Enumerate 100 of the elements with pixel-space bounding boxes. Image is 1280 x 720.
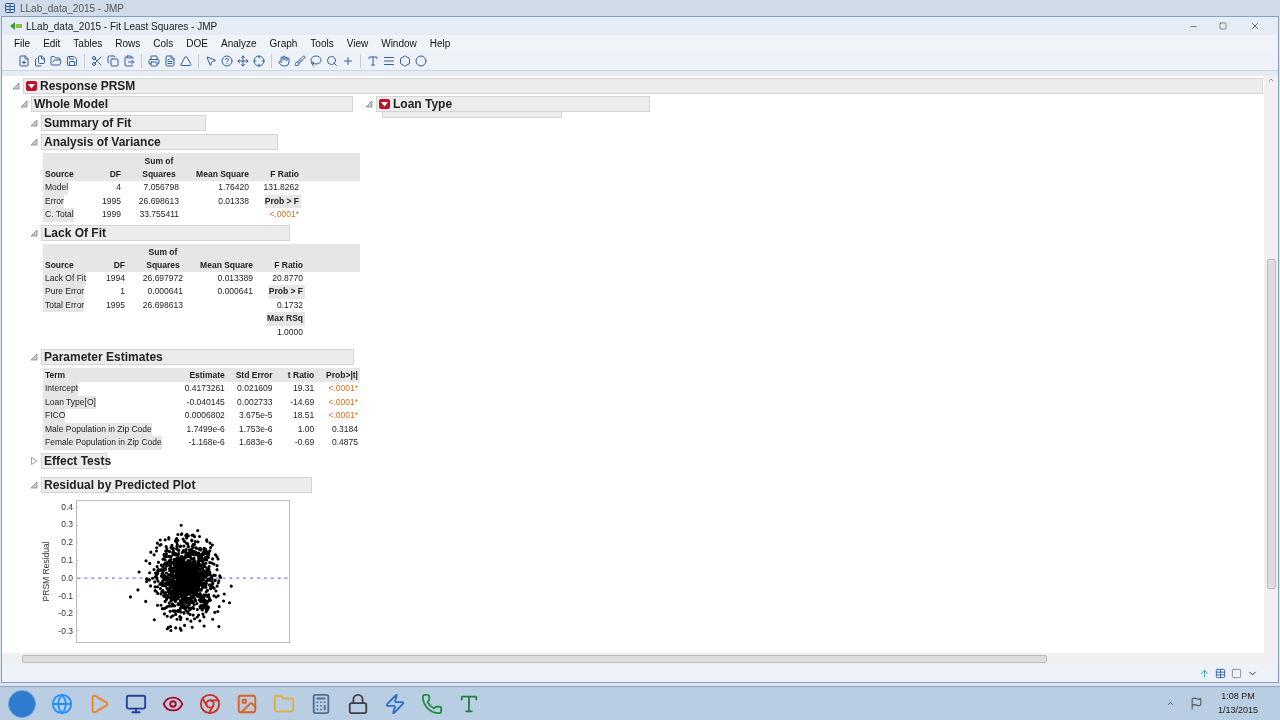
outline-title: Effect Tests [44, 452, 112, 470]
lock-icon[interactable] [347, 692, 369, 715]
table-cell: FICO [43, 409, 66, 423]
table-icon[interactable] [1215, 667, 1226, 679]
outline-header[interactable]: Loan Type [376, 96, 650, 112]
square-icon[interactable] [1231, 667, 1242, 679]
expanded-triangle-icon[interactable] [30, 353, 38, 361]
outline-header[interactable]: Response PRSM [23, 78, 1263, 94]
outline-header[interactable]: Summary of Fit [41, 115, 206, 131]
table-cell-text: <.0001* [328, 409, 359, 422]
menu-item[interactable]: Analyze [220, 35, 257, 51]
files-icon[interactable] [34, 54, 46, 67]
dropdown-menu-icon[interactable] [26, 81, 37, 91]
dropdown-menu-icon[interactable] [379, 99, 390, 109]
table-cell-text: 7.056798 [143, 181, 180, 194]
expanded-triangle-icon[interactable] [30, 480, 38, 489]
column-header: Estimate [189, 369, 225, 382]
menu-item[interactable]: Cols [153, 35, 174, 51]
table-cell-text: <.0001* [328, 395, 359, 409]
column-header: Sum of Squares [145, 245, 181, 272]
outline-header[interactable]: Lack Of Fit [41, 224, 290, 241]
table-cell-text: 0.000641 [217, 285, 254, 298]
copy-icon[interactable] [107, 54, 119, 67]
lasso-icon[interactable] [310, 54, 322, 67]
triangle-icon[interactable] [180, 54, 192, 67]
move-icon[interactable] [237, 54, 249, 67]
column-header: Sum of Squares [141, 155, 177, 181]
menu-item[interactable]: Window [381, 35, 417, 51]
chrome-icon[interactable] [199, 692, 221, 715]
hand-icon[interactable] [278, 54, 290, 67]
menu-item[interactable]: Tools [310, 35, 334, 51]
pointer-icon[interactable] [205, 54, 217, 67]
outline-title: Response PRSM [40, 78, 136, 95]
column-header: Mean Square [196, 168, 249, 181]
menu-item[interactable]: Edit [43, 35, 61, 51]
menu-item[interactable]: Graph [269, 35, 298, 51]
lightning-icon[interactable] [384, 692, 406, 715]
calculator-icon[interactable] [310, 692, 332, 715]
menu-item[interactable]: File [14, 35, 31, 51]
crosshair-icon[interactable] [253, 54, 265, 67]
expanded-triangle-icon[interactable] [20, 100, 28, 108]
image-icon[interactable] [236, 692, 258, 715]
menu-item[interactable]: Help [429, 35, 451, 51]
table-cell: Intercept [43, 382, 79, 396]
column-header: Mean Square [200, 258, 253, 272]
help-icon[interactable] [221, 54, 233, 67]
outline-header[interactable]: Analysis of Variance [41, 134, 278, 150]
table-cell-text: 1.753e-6 [239, 422, 274, 436]
arrow-up-icon[interactable] [1199, 667, 1210, 679]
brush-icon[interactable] [294, 54, 306, 67]
outline-header[interactable]: Parameter Estimates [41, 349, 354, 365]
monitor-icon[interactable] [125, 692, 147, 715]
vertical-scrollbar[interactable] [1264, 76, 1278, 653]
new-file-icon[interactable] [18, 54, 30, 67]
ellipse-icon[interactable] [415, 54, 427, 67]
text-icon[interactable] [367, 54, 379, 67]
axis-tick-label: 0.0 [61, 572, 73, 583]
expanded-triangle-icon[interactable] [30, 119, 38, 127]
outline-header[interactable]: Residual by Predicted Plot [41, 476, 312, 493]
window-title: LLab_data_2015 - JMP [20, 1, 124, 16]
flag-icon[interactable] [1189, 697, 1203, 710]
expanded-triangle-icon[interactable] [365, 100, 373, 108]
table-icon [4, 2, 16, 14]
expanded-triangle-icon[interactable] [30, 228, 38, 237]
expanded-triangle-icon[interactable] [12, 82, 20, 90]
column-label: Prob > F [268, 285, 305, 299]
start-button[interactable] [8, 689, 36, 718]
outline-header[interactable]: Whole Model [31, 96, 353, 112]
column-header: Source [45, 168, 74, 181]
table-cell-text: 33.755411 [139, 208, 180, 221]
table-cell: Female Population in Zip Code [43, 436, 162, 450]
folder-icon[interactable] [50, 54, 62, 67]
menu-item[interactable]: Tables [73, 35, 103, 51]
save-icon[interactable] [66, 54, 78, 67]
table-cell-text: 0.1732 [277, 298, 304, 312]
scroll-up-icon[interactable] [1267, 76, 1275, 84]
outline-title: Whole Model [34, 96, 108, 113]
menu-item[interactable]: Rows [115, 35, 141, 51]
horizontal-scrollbar[interactable] [2, 653, 1278, 664]
phone-icon[interactable] [421, 692, 443, 715]
scissors-icon[interactable] [91, 54, 103, 67]
plus-icon[interactable] [342, 54, 354, 67]
expanded-triangle-icon[interactable] [30, 138, 38, 146]
lines-icon[interactable] [383, 54, 395, 67]
printer-icon[interactable] [148, 54, 160, 67]
globe-icon[interactable] [51, 692, 73, 715]
table-cell-text: 0.021609 [237, 382, 274, 395]
search-icon[interactable] [326, 54, 338, 67]
paste-icon[interactable] [123, 54, 135, 67]
document-icon[interactable] [164, 54, 176, 67]
table-cell-text: 1994 [106, 271, 126, 285]
table-cell: Pure Error [43, 285, 85, 299]
table-cell-text: -0.69 [294, 436, 316, 449]
collapsed-triangle-icon[interactable] [30, 456, 38, 465]
column-header: Term [45, 369, 66, 382]
table-cell: Model [43, 181, 69, 195]
menu-item[interactable]: DOE [186, 35, 208, 51]
outline-title: Loan Type [393, 96, 453, 113]
menu-item[interactable]: View [346, 35, 369, 51]
polygon-icon[interactable] [399, 54, 411, 67]
